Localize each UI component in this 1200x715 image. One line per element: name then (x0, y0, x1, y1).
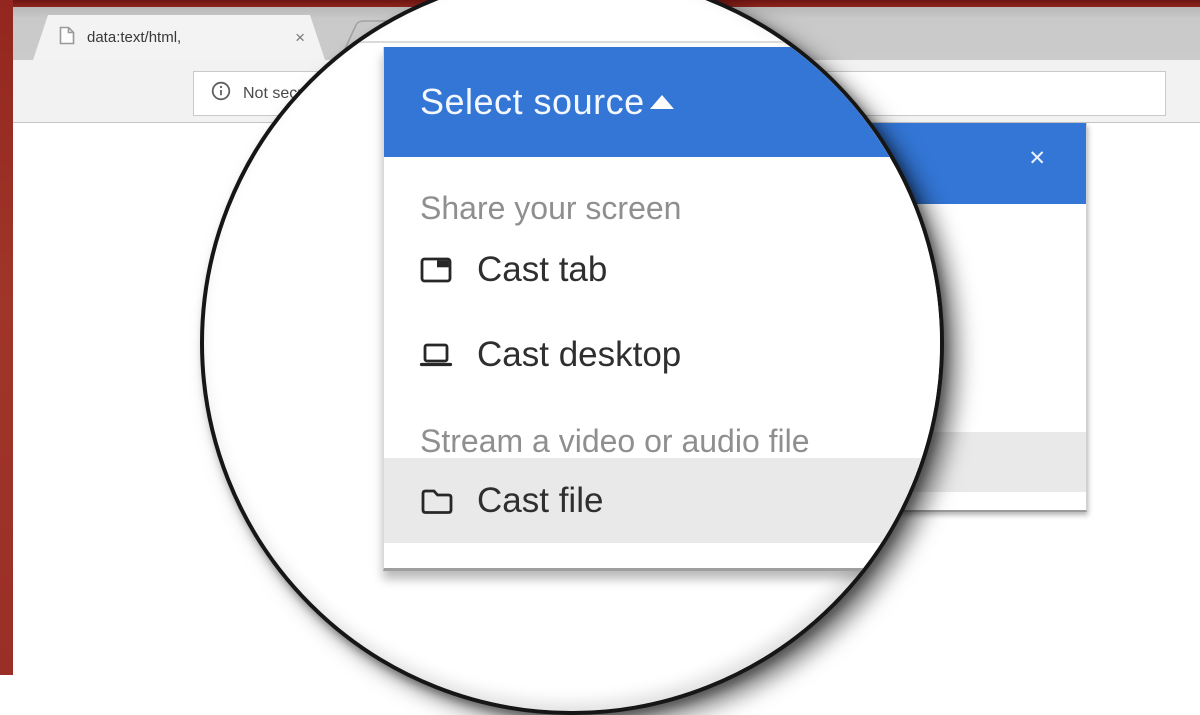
menu-item-label: Cast tab (477, 250, 607, 290)
magnified-view: Select source Share your screen Cast tab… (204, 0, 944, 715)
menu-item-cast-tab[interactable]: Cast tab (384, 235, 944, 305)
folder-icon (419, 484, 453, 518)
page-favicon-icon (59, 26, 75, 50)
menu-item-label: Cast desktop (477, 335, 681, 375)
select-source-title: Select source (420, 81, 645, 123)
frame-left-border (0, 0, 13, 675)
select-source-menu: Select source Share your screen Cast tab… (383, 47, 944, 571)
menu-item-cast-desktop[interactable]: Cast desktop (384, 320, 944, 390)
section-heading-share-screen: Share your screen (420, 190, 681, 226)
info-icon[interactable] (211, 81, 231, 106)
tab-close-icon[interactable]: × (295, 29, 305, 46)
menu-item-label: Cast file (477, 481, 603, 521)
magnifier-circle: Select source Share your screen Cast tab… (200, 0, 944, 715)
menu-item-cast-file[interactable]: Cast file (384, 458, 944, 543)
tab-icon (419, 253, 453, 287)
toolbar-divider-line (204, 41, 944, 43)
collapse-triangle-icon (650, 95, 674, 109)
dialog-close-icon[interactable]: ✕ (1028, 148, 1046, 169)
select-source-header[interactable]: Select source (384, 47, 944, 157)
tab-data-url[interactable]: data:text/html, × (33, 15, 325, 60)
tab-title: data:text/html, (87, 29, 181, 46)
section-heading-stream-file: Stream a video or audio file (420, 423, 810, 459)
laptop-icon (419, 338, 453, 372)
